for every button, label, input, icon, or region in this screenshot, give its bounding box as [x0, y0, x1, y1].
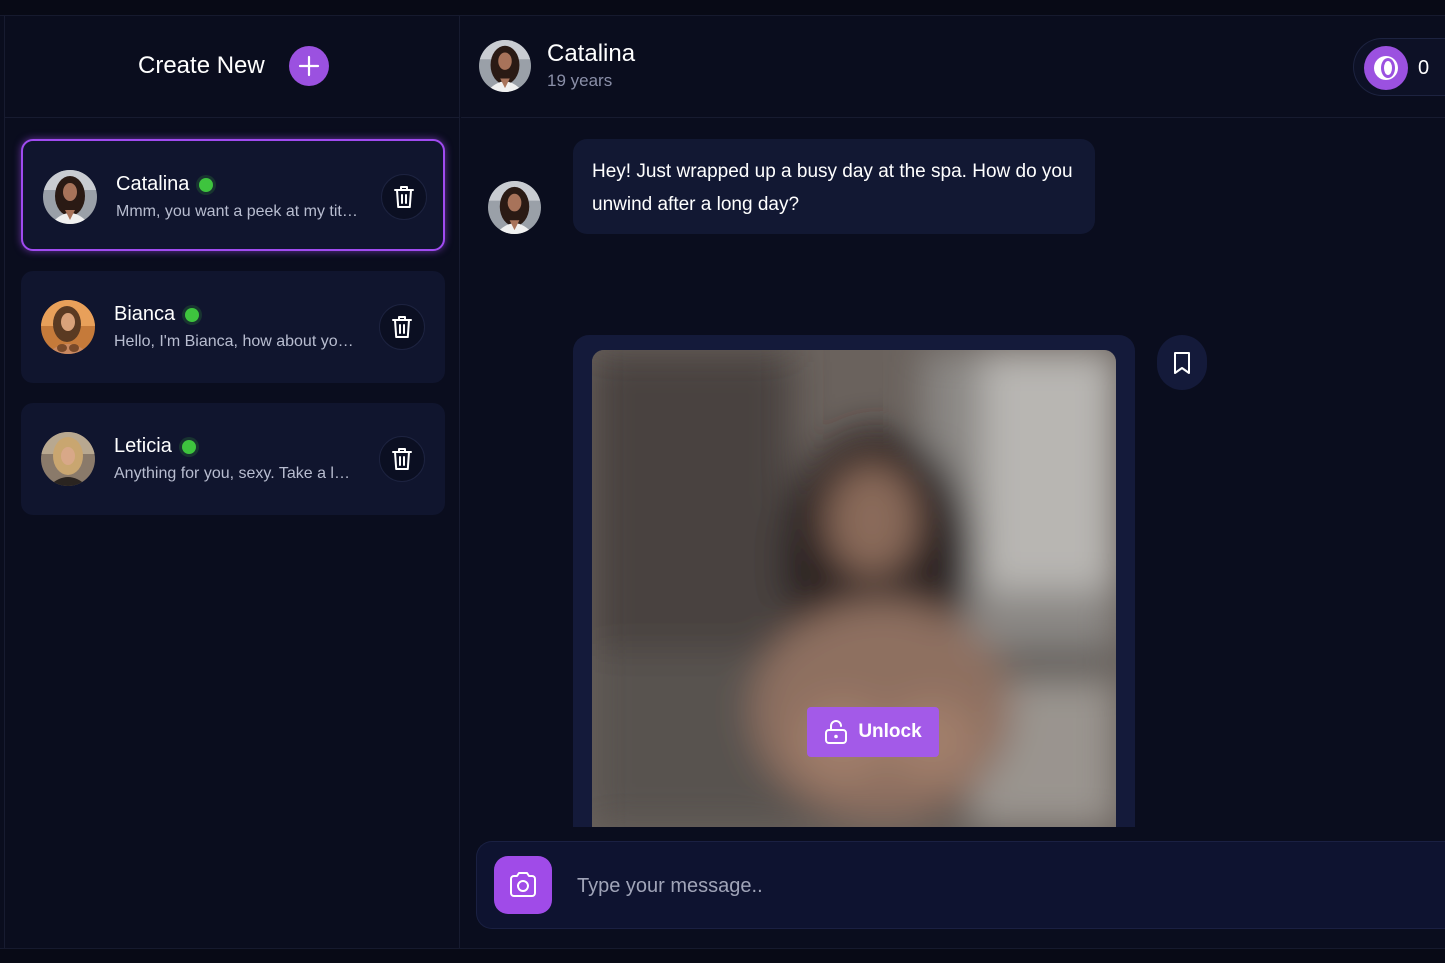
- bookmark-button[interactable]: [1157, 335, 1207, 390]
- trash-icon: [392, 448, 412, 470]
- chat-item-leticia[interactable]: Leticia Anything for you, sexy. Take a l…: [21, 403, 445, 515]
- coin-icon: [1364, 46, 1408, 90]
- header-age: 19 years: [547, 71, 613, 90]
- chat-name: Bianca: [114, 303, 200, 326]
- message-avatar: [488, 181, 541, 234]
- unlock-icon: [825, 720, 848, 744]
- chat-name-text: Catalina: [116, 173, 190, 195]
- online-status-dot: [185, 307, 200, 322]
- bookmark-icon: [1174, 351, 1190, 374]
- camera-icon: [510, 872, 536, 897]
- blurred-image: Unlock: [592, 350, 1116, 827]
- plus-icon: [298, 55, 320, 77]
- header-avatar[interactable]: [479, 40, 531, 92]
- chat-name: Catalina: [116, 173, 214, 196]
- chat-item-bianca[interactable]: Bianca Hello, I'm Bianca, how about yo…: [21, 271, 445, 383]
- coin-balance[interactable]: 0: [1353, 38, 1445, 96]
- avatar: [41, 300, 95, 354]
- unlock-label: Unlock: [858, 721, 922, 742]
- chat-preview: Anything for you, sexy. Take a l…: [114, 465, 350, 482]
- message-bubble: Hey! Just wrapped up a busy day at the s…: [573, 139, 1095, 234]
- bottom-strip: [0, 948, 1445, 963]
- trash-icon: [394, 186, 414, 208]
- chat-preview: Mmm, you want a peek at my tit…: [116, 203, 358, 220]
- message-input[interactable]: [577, 864, 1417, 908]
- trash-icon: [392, 316, 412, 338]
- sidebar-header: Create New: [5, 16, 460, 118]
- avatar: [43, 170, 97, 224]
- coin-count: 0: [1418, 57, 1430, 79]
- chat-item-catalina[interactable]: Catalina Mmm, you want a peek at my tit…: [21, 139, 445, 251]
- app-root: Create New Catalina Mmm, you want a peek…: [0, 0, 1445, 963]
- delete-chat-button[interactable]: [381, 174, 427, 220]
- online-status-dot: [181, 439, 196, 454]
- top-strip: [0, 0, 1445, 16]
- chat-name-text: Bianca: [114, 303, 176, 325]
- online-status-dot: [199, 177, 214, 192]
- sidebar: Create New Catalina Mmm, you want a peek…: [4, 16, 460, 948]
- chat-name-text: Leticia: [114, 435, 172, 457]
- delete-chat-button[interactable]: [379, 304, 425, 350]
- unlock-button[interactable]: Unlock: [807, 707, 939, 757]
- chat-header: Catalina 19 years 0: [461, 16, 1445, 118]
- chat-name: Leticia: [114, 435, 196, 458]
- locked-image-message: Unlock: [573, 335, 1135, 827]
- delete-chat-button[interactable]: [379, 436, 425, 482]
- chat-preview: Hello, I'm Bianca, how about yo…: [114, 333, 354, 350]
- create-new-button[interactable]: [289, 46, 329, 86]
- header-name: Catalina: [547, 40, 636, 67]
- create-new-label: Create New: [138, 52, 265, 79]
- avatar: [41, 432, 95, 486]
- message-composer: [476, 841, 1445, 929]
- camera-button[interactable]: [494, 856, 552, 914]
